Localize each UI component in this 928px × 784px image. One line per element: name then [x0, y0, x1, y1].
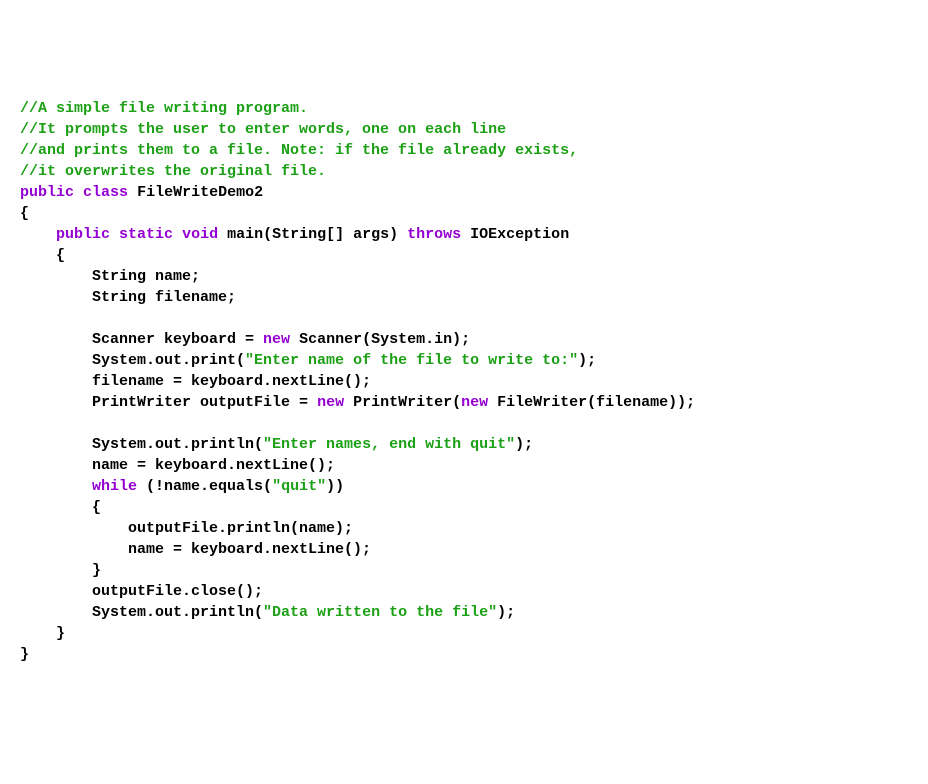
token-plain: String filename; [20, 289, 236, 306]
code-line: //and prints them to a file. Note: if th… [20, 140, 908, 161]
token-plain: outputFile.close(); [20, 583, 263, 600]
token-keyword: throws [407, 226, 461, 243]
code-line: //A simple file writing program. [20, 98, 908, 119]
token-plain: filename = keyboard.nextLine(); [20, 373, 371, 390]
token-plain: { [20, 499, 101, 516]
code-block: //A simple file writing program. //It pro… [20, 98, 908, 665]
token-plain [173, 226, 182, 243]
token-plain: FileWriter(filename)); [488, 394, 695, 411]
token-string: "Data written to the file" [263, 604, 497, 621]
code-line: filename = keyboard.nextLine(); [20, 371, 908, 392]
token-plain: Scanner keyboard = [20, 331, 263, 348]
token-class: FileWriteDemo2 [137, 184, 263, 201]
token-string: "quit" [272, 478, 326, 495]
token-plain: name = keyboard.nextLine(); [20, 457, 335, 474]
token-keyword: new [461, 394, 488, 411]
token-plain: IOException [461, 226, 569, 243]
code-line: } [20, 644, 908, 665]
code-line: public static void main(String[] args) t… [20, 224, 908, 245]
code-line: System.out.print("Enter name of the file… [20, 350, 908, 371]
code-line: { [20, 245, 908, 266]
token-plain: { [20, 205, 29, 222]
token-comment: //It prompts the user to enter words, on… [20, 121, 506, 138]
token-keyword: static [119, 226, 173, 243]
code-line: { [20, 497, 908, 518]
token-string: "Enter names, end with quit" [263, 436, 515, 453]
token-plain [74, 184, 83, 201]
token-plain [218, 226, 227, 243]
token-plain [20, 226, 56, 243]
token-plain: } [20, 646, 29, 663]
token-plain: PrintWriter( [344, 394, 461, 411]
code-line: System.out.println("Enter names, end wit… [20, 434, 908, 455]
token-method: main [227, 226, 263, 243]
code-line: System.out.println("Data written to the … [20, 602, 908, 623]
token-plain [128, 184, 137, 201]
code-line: outputFile.println(name); [20, 518, 908, 539]
token-keyword: public [20, 184, 74, 201]
token-plain: outputFile.println(name); [20, 520, 353, 537]
code-line: name = keyboard.nextLine(); [20, 455, 908, 476]
token-plain: System.out.print( [20, 352, 245, 369]
token-plain: ); [578, 352, 596, 369]
code-line: String name; [20, 266, 908, 287]
token-keyword: new [317, 394, 344, 411]
code-line: public class FileWriteDemo2 [20, 182, 908, 203]
token-keyword: new [263, 331, 290, 348]
token-plain: name = keyboard.nextLine(); [20, 541, 371, 558]
code-line: //it overwrites the original file. [20, 161, 908, 182]
code-line: name = keyboard.nextLine(); [20, 539, 908, 560]
token-plain: Scanner(System.in); [290, 331, 470, 348]
code-line: //It prompts the user to enter words, on… [20, 119, 908, 140]
token-plain: System.out.println( [20, 604, 263, 621]
token-keyword: public [56, 226, 110, 243]
token-plain: { [20, 247, 65, 264]
token-plain: (String[] args) [263, 226, 407, 243]
token-plain [20, 478, 92, 495]
code-line [20, 413, 908, 434]
code-line: Scanner keyboard = new Scanner(System.in… [20, 329, 908, 350]
token-plain: String name; [20, 268, 200, 285]
code-line: String filename; [20, 287, 908, 308]
token-comment: //and prints them to a file. Note: if th… [20, 142, 578, 159]
code-line: outputFile.close(); [20, 581, 908, 602]
code-line: PrintWriter outputFile = new PrintWriter… [20, 392, 908, 413]
token-plain: )) [326, 478, 344, 495]
code-line: } [20, 560, 908, 581]
token-comment: //A simple file writing program. [20, 100, 308, 117]
token-keyword: while [92, 478, 137, 495]
token-keyword: void [182, 226, 218, 243]
token-plain: PrintWriter outputFile = [20, 394, 317, 411]
token-string: "Enter name of the file to write to:" [245, 352, 578, 369]
code-line: } [20, 623, 908, 644]
token-plain: } [20, 562, 101, 579]
code-line [20, 308, 908, 329]
code-line: while (!name.equals("quit")) [20, 476, 908, 497]
token-comment: //it overwrites the original file. [20, 163, 326, 180]
token-plain: ); [515, 436, 533, 453]
token-keyword: class [83, 184, 128, 201]
token-plain: ); [497, 604, 515, 621]
token-plain: (!name.equals( [137, 478, 272, 495]
token-plain [110, 226, 119, 243]
token-plain: System.out.println( [20, 436, 263, 453]
code-line: { [20, 203, 908, 224]
